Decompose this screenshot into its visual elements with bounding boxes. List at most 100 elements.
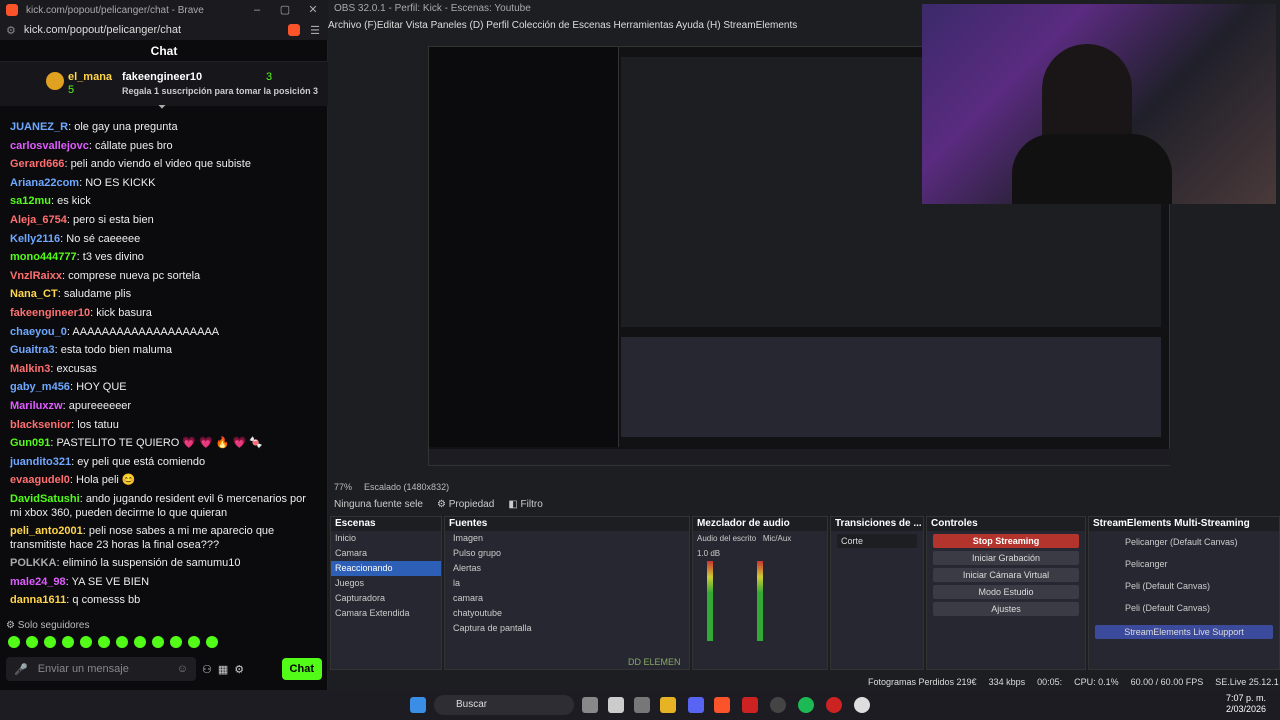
chat-username[interactable]: Ariana22com [10, 177, 79, 189]
chat-username[interactable]: Gun091 [10, 437, 50, 449]
chat-username[interactable]: gaby_m456 [10, 381, 70, 393]
se-output-item[interactable]: Peli (Default Canvas) [1089, 575, 1279, 597]
chat-username[interactable]: male24_98 [10, 576, 66, 588]
emote-icon[interactable] [8, 636, 20, 648]
chat-username[interactable]: sa12mu [10, 195, 51, 207]
scene-item[interactable]: Juegos [331, 576, 441, 591]
people-icon[interactable]: ⚇ [202, 663, 212, 676]
emoji-icon[interactable]: ☺ [177, 663, 188, 675]
address-bar[interactable]: ⚙ kick.com/popout/pelicanger/chat ☰ [0, 20, 328, 40]
chat-input-placeholder[interactable]: Enviar un mensaje [38, 663, 129, 675]
chat-text: los tatuu [77, 418, 119, 431]
se-output-item[interactable]: Peli (Default Canvas) [1089, 597, 1279, 619]
chat-username[interactable]: Aleja_6754 [10, 214, 67, 226]
obs-menubar[interactable]: Archivo (F)Editar Vista Paneles (D) Perf… [328, 18, 928, 34]
notion-icon[interactable] [608, 697, 624, 713]
chat-username[interactable]: blacksenior [10, 419, 71, 431]
mic-icon[interactable]: 🎤 [14, 663, 28, 676]
gear-icon[interactable]: ⚙ [234, 663, 244, 676]
obs-taskbar-icon[interactable] [770, 697, 786, 713]
discord-icon[interactable] [688, 697, 704, 713]
chat-text: No sé caeeeee [66, 232, 141, 245]
store-icon[interactable]: ▦ [218, 663, 228, 676]
source-toolbar: Ninguna fuente sele ⚙ Propiedad ◧ Filtro [328, 494, 1280, 514]
source-item[interactable]: chatyoutube [445, 606, 689, 621]
emote-row[interactable] [8, 636, 218, 648]
chat-username[interactable]: DavidSatushi [10, 493, 80, 505]
menu-icon[interactable]: ☰ [310, 24, 328, 37]
scene-item[interactable]: Camara [331, 546, 441, 561]
source-item[interactable]: Captura de pantalla [445, 621, 689, 636]
emote-icon[interactable] [134, 636, 146, 648]
chat-username[interactable]: juandito321 [10, 456, 71, 468]
se-output-item[interactable]: Pelicanger [1089, 553, 1279, 575]
scene-item[interactable]: Camara Extendida [331, 606, 441, 621]
chat-username[interactable]: Guaitra3 [10, 344, 55, 356]
chat-username[interactable]: evaagudel0 [10, 474, 70, 486]
chat-input[interactable]: 🎤 Enviar un mensaje ☺ [6, 657, 196, 681]
emote-icon[interactable] [170, 636, 182, 648]
app-icon[interactable] [742, 697, 758, 713]
tune-icon[interactable]: ⚙ [6, 24, 16, 37]
scene-item[interactable]: Capturadora [331, 591, 441, 606]
brave-taskbar-icon[interactable] [714, 697, 730, 713]
url-text[interactable]: kick.com/popout/pelicanger/chat [24, 24, 181, 36]
chat-username[interactable]: Nana_CT [10, 288, 58, 300]
close-button[interactable]: ✕ [299, 0, 327, 20]
transition-select[interactable]: Corte [837, 534, 917, 548]
brave-shields-icon[interactable] [288, 24, 301, 36]
emote-icon[interactable] [116, 636, 128, 648]
chat-username[interactable]: POLKKA [10, 557, 56, 569]
gear-taskbar-icon[interactable] [854, 697, 870, 713]
windows-start-icon[interactable] [410, 697, 426, 713]
emote-icon[interactable] [62, 636, 74, 648]
chat-username[interactable]: peli_anto2001 [10, 525, 83, 537]
maximize-button[interactable]: ▢ [271, 0, 299, 20]
control-button[interactable]: Ajustes [933, 602, 1079, 616]
taskview-icon[interactable] [582, 697, 598, 713]
scene-item[interactable]: Inicio [331, 531, 441, 546]
control-button[interactable]: Stop Streaming [933, 534, 1079, 548]
control-button[interactable]: Iniciar Grabación [933, 551, 1079, 565]
chat-username[interactable]: Kelly2116 [10, 233, 60, 245]
chat-username[interactable]: fakeengineer10 [10, 307, 90, 319]
emote-icon[interactable] [98, 636, 110, 648]
chat-username[interactable]: Gerard666 [10, 158, 64, 170]
scene-item[interactable]: Reaccionando [331, 561, 441, 576]
chat-username[interactable]: VnzlRaixx [10, 270, 62, 282]
chat-username[interactable]: danna1611 [10, 594, 66, 606]
source-item[interactable]: la [445, 576, 689, 591]
explorer-icon[interactable] [660, 697, 676, 713]
zoom-level[interactable]: 77% [334, 482, 352, 492]
source-item[interactable]: Pulso grupo [445, 546, 689, 561]
chat-username[interactable]: Mariluxzw [10, 400, 63, 412]
emote-icon[interactable] [206, 636, 218, 648]
chat-username[interactable]: Malkin3 [10, 363, 50, 375]
source-item[interactable]: camara [445, 591, 689, 606]
emote-icon[interactable] [152, 636, 164, 648]
webcam-feed [922, 4, 1276, 204]
source-item[interactable]: Alertas [445, 561, 689, 576]
chat-username[interactable]: JUANEZ_R [10, 121, 68, 133]
record-icon[interactable] [826, 697, 842, 713]
source-item[interactable]: Imagen [445, 531, 689, 546]
emote-icon[interactable] [26, 636, 38, 648]
control-button[interactable]: Modo Estudio [933, 585, 1079, 599]
chat-username[interactable]: mono444777 [10, 251, 77, 263]
spotify-icon[interactable] [798, 697, 814, 713]
filters-button[interactable]: ◧ Filtro [508, 499, 542, 510]
emote-icon[interactable] [80, 636, 92, 648]
emote-icon[interactable] [188, 636, 200, 648]
properties-button[interactable]: ⚙ Propiedad [437, 499, 494, 510]
send-chat-button[interactable]: Chat [281, 658, 322, 680]
chat-username[interactable]: carlosvallejovc [10, 140, 89, 152]
se-output-item[interactable]: Pelicanger (Default Canvas) [1089, 531, 1279, 553]
se-support-button[interactable]: StreamElements Live Support [1095, 625, 1273, 639]
taskbar-clock[interactable]: 7:07 p. m. 2/03/2026 [1226, 693, 1266, 715]
taskbar-search[interactable]: Buscar [434, 695, 574, 715]
minimize-button[interactable]: – [243, 0, 271, 20]
emote-icon[interactable] [44, 636, 56, 648]
settings-icon[interactable] [634, 697, 650, 713]
chat-username[interactable]: chaeyou_0 [10, 326, 67, 338]
control-button[interactable]: Iniciar Cámara Virtual [933, 568, 1079, 582]
